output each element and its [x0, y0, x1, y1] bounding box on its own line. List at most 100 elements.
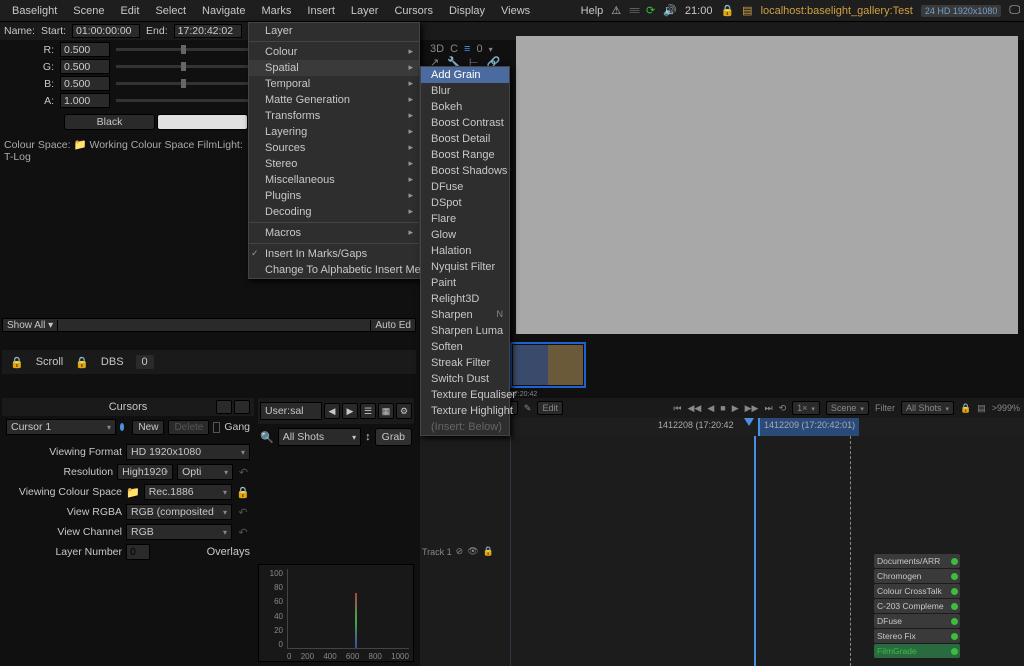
grid-view-icon[interactable]: ▦: [378, 403, 394, 419]
b-input[interactable]: [60, 76, 110, 91]
spatial-item-relight-d[interactable]: Relight3D: [421, 291, 509, 307]
cursor-select[interactable]: Cursor 1: [6, 419, 116, 435]
prev-frame-icon[interactable]: ◀◀: [687, 403, 701, 414]
insert-item-temporal[interactable]: Temporal: [249, 76, 419, 92]
next-frame-icon[interactable]: ▶▶: [745, 403, 759, 414]
edit-button[interactable]: Edit: [537, 401, 563, 415]
viewer-colour-button[interactable]: C: [450, 43, 458, 55]
spatial-item-nyquist-filter[interactable]: Nyquist Filter: [421, 259, 509, 275]
zoom-value[interactable]: >999%: [992, 403, 1020, 413]
spatial-item-paint[interactable]: Paint: [421, 275, 509, 291]
volume-icon[interactable]: 🔊: [663, 4, 677, 17]
autoedit-button[interactable]: Auto Ed: [370, 320, 415, 331]
resolution-select[interactable]: High1920: [117, 464, 173, 480]
insert-item-transforms[interactable]: Transforms: [249, 108, 419, 124]
viewcs-lock-icon[interactable]: 🔒: [236, 486, 250, 499]
goto-start-icon[interactable]: ⏮: [673, 403, 681, 414]
user-select[interactable]: User:sal: [260, 402, 322, 420]
tl-lock-icon[interactable]: 🔒: [960, 403, 971, 414]
insert-item-colour[interactable]: Colour: [249, 44, 419, 60]
gang-checkbox[interactable]: [213, 422, 220, 433]
playhead-marker[interactable]: [744, 418, 754, 426]
menu-baselight[interactable]: Baselight: [4, 2, 65, 20]
menu-views[interactable]: Views: [493, 2, 538, 20]
spatial-item-flare[interactable]: Flare: [421, 211, 509, 227]
insert-item-layering[interactable]: Layering: [249, 124, 419, 140]
track-lock-icon[interactable]: 🔒: [483, 546, 494, 557]
spatial-item-glow[interactable]: Glow: [421, 227, 509, 243]
refresh-icon[interactable]: ⟳: [646, 4, 655, 17]
g-slider[interactable]: [116, 65, 252, 68]
play-icon[interactable]: ▶: [732, 403, 739, 414]
timeline-layer[interactable]: Stereo Fix: [874, 629, 960, 643]
spatial-item-boost-detail[interactable]: Boost Detail: [421, 131, 509, 147]
r-input[interactable]: [60, 42, 110, 57]
a-input[interactable]: [60, 93, 110, 108]
menu-scene[interactable]: Scene: [65, 2, 112, 20]
timeline-layer[interactable]: FilmGrade: [874, 644, 960, 658]
a-slider[interactable]: [116, 99, 252, 102]
tl-layers-icon[interactable]: ▤: [977, 403, 986, 414]
filter-select[interactable]: All Shots: [278, 428, 361, 446]
timeline-layer[interactable]: DFuse: [874, 614, 960, 628]
viewer-zero[interactable]: 0: [476, 43, 482, 55]
spatial-item-boost-shadows[interactable]: Boost Shadows: [421, 163, 509, 179]
timeline-layer[interactable]: C-203 Compleme: [874, 599, 960, 613]
spatial-item-texture-equaliser[interactable]: Texture Equaliser: [421, 387, 509, 403]
spatial-item-boost-contrast[interactable]: Boost Contrast: [421, 115, 509, 131]
list-view-icon[interactable]: ☰: [360, 403, 376, 419]
menu-edit[interactable]: Edit: [112, 2, 147, 20]
insert-item-macros[interactable]: Macros: [249, 225, 419, 241]
viewer-menu-icon[interactable]: ≡: [464, 43, 470, 55]
insert-item-spatial[interactable]: Spatial: [249, 60, 419, 76]
start-input[interactable]: [72, 24, 140, 38]
insert-item-insert-in-marks-gaps[interactable]: Insert In Marks/Gaps: [249, 246, 419, 262]
white-button[interactable]: [157, 114, 248, 130]
insert-item-stereo[interactable]: Stereo: [249, 156, 419, 172]
lock-dbs-icon[interactable]: 🔒: [75, 356, 89, 369]
resolution-opt-select[interactable]: Opti: [177, 464, 233, 480]
viewrgba-select[interactable]: RGB (composited: [126, 504, 232, 520]
cursor-delete-button[interactable]: Delete: [168, 420, 209, 435]
menu-marks[interactable]: Marks: [253, 2, 299, 20]
res-undo-icon[interactable]: ↶: [237, 466, 250, 479]
insert-item-decoding[interactable]: Decoding: [249, 204, 419, 220]
ch-undo-icon[interactable]: ↶: [236, 526, 250, 539]
viewer[interactable]: [516, 36, 1018, 334]
insert-item-change-to-alphabetic-insert-menu[interactable]: Change To Alphabetic Insert Menu: [249, 262, 419, 278]
layernum-input[interactable]: [126, 544, 150, 560]
timeline-ruler[interactable]: 1412208 (17:20:42 1412209 (17:20:42:01): [420, 418, 1024, 436]
scene-select[interactable]: Scene: [826, 401, 869, 415]
spatial-item-switch-dust[interactable]: Switch Dust: [421, 371, 509, 387]
g-input[interactable]: [60, 59, 110, 74]
menu-display[interactable]: Display: [441, 2, 493, 20]
edit-pencil-icon[interactable]: ✎: [524, 403, 532, 414]
goto-end-icon[interactable]: ⏭: [764, 403, 772, 414]
cursors-opt2-icon[interactable]: [234, 400, 250, 414]
spatial-item-texture-highlight[interactable]: Texture Highlight: [421, 403, 509, 419]
monitor-icon[interactable]: 🖵: [1009, 4, 1020, 17]
nav-right-icon[interactable]: ▶: [342, 403, 358, 419]
lock-scroll-icon[interactable]: 🔒: [10, 356, 24, 369]
insert-item-sources[interactable]: Sources: [249, 140, 419, 156]
timeline-layer[interactable]: Documents/ARR: [874, 554, 960, 568]
viewer-3d-button[interactable]: 3D: [430, 43, 444, 55]
spatial-item-dfuse[interactable]: DFuse: [421, 179, 509, 195]
end-input[interactable]: [174, 24, 242, 38]
track-mute-icon[interactable]: ⊘: [456, 546, 464, 557]
menu-cursors[interactable]: Cursors: [386, 2, 441, 20]
spatial-item-sharpen[interactable]: SharpenN: [421, 307, 509, 323]
spatial-item-add-grain[interactable]: Add Grain: [421, 67, 509, 83]
spatial-item-soften[interactable]: Soften: [421, 339, 509, 355]
spatial-item-dspot[interactable]: DSpot: [421, 195, 509, 211]
b-slider[interactable]: [116, 82, 252, 85]
cursors-opt1-icon[interactable]: [216, 400, 232, 414]
menu-navigate[interactable]: Navigate: [194, 2, 253, 20]
insert-item-miscellaneous[interactable]: Miscellaneous: [249, 172, 419, 188]
timeline-body[interactable]: Track 1⊘👁🔒 Documents/ARRChromogenColour …: [420, 436, 1024, 666]
warning-icon[interactable]: ⚠: [611, 4, 621, 17]
sort-icon[interactable]: ↕: [365, 431, 371, 443]
viewcs-select[interactable]: Rec.1886: [144, 484, 232, 500]
spatial-item-bokeh[interactable]: Bokeh: [421, 99, 509, 115]
insert-item-plugins[interactable]: Plugins: [249, 188, 419, 204]
